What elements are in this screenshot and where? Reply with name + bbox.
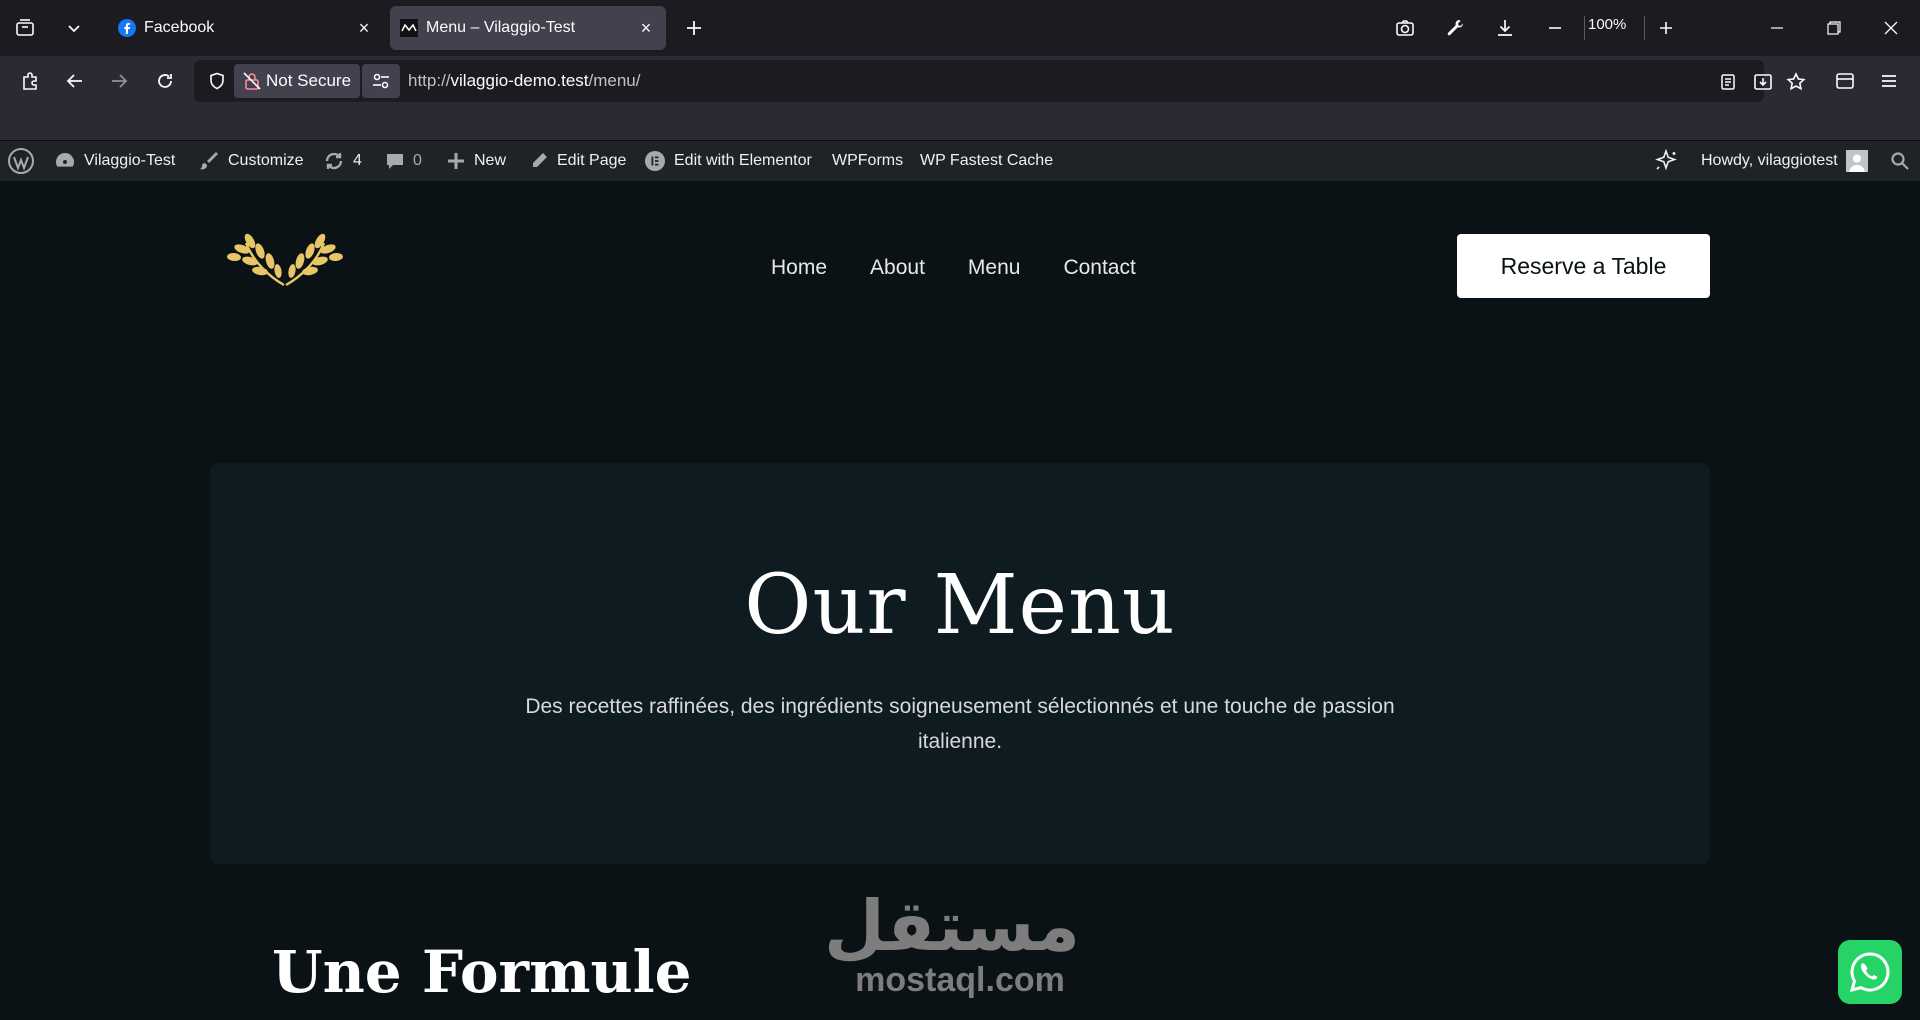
nav-home-link[interactable]: Home — [771, 256, 827, 280]
site-icon — [400, 19, 418, 37]
comment-bubble-icon — [387, 154, 403, 169]
close-window-icon[interactable] — [1873, 10, 1909, 46]
bookmark-star-icon[interactable] — [1782, 68, 1810, 96]
reserve-table-button[interactable]: Reserve a Table — [1457, 234, 1710, 298]
wp-new-link[interactable]: New — [446, 141, 506, 181]
url-host: vilaggio-demo.test — [450, 71, 589, 90]
edit-page-label: Edit Page — [557, 152, 627, 169]
wp-admin-bar: Vilaggio-Test Customize 4 0 New Edit Pag… — [0, 141, 1920, 181]
wp-customize-link[interactable]: Customize — [198, 141, 304, 181]
wp-updates-link[interactable]: 4 — [323, 141, 362, 181]
facebook-icon — [118, 19, 136, 37]
wp-fastest-cache-label: WP Fastest Cache — [920, 152, 1054, 169]
comments-count: 0 — [413, 152, 422, 169]
divider — [1584, 16, 1585, 40]
customize-label: Customize — [228, 152, 304, 169]
wp-edit-page-link[interactable]: Edit Page — [529, 141, 626, 181]
url-path: /menu/ — [588, 71, 641, 90]
wp-site-name-link[interactable]: Vilaggio-Test — [54, 141, 175, 181]
laurel-right-branch-icon — [285, 233, 343, 287]
url-text[interactable]: http://vilaggio-demo.test/menu/ — [408, 71, 640, 91]
elementor-icon — [645, 151, 665, 171]
reload-icon[interactable] — [147, 63, 183, 99]
wordpress-logo-icon[interactable] — [8, 141, 34, 181]
section-title: Une Formule — [272, 938, 692, 1006]
tab-overview-icon[interactable] — [7, 10, 43, 46]
paintbrush-icon — [200, 152, 218, 170]
back-arrow-icon[interactable] — [57, 63, 93, 99]
site-name: Vilaggio-Test — [84, 152, 176, 169]
plus-icon — [448, 153, 464, 169]
not-secure-label: Not Secure — [266, 71, 352, 90]
updates-count: 4 — [353, 152, 362, 169]
close-tab-icon[interactable]: × — [354, 18, 374, 38]
hero-subtitle: Des recettes raffinées, des ingrédients … — [525, 695, 1395, 753]
wp-account-menu[interactable]: Howdy, vilaggiotest — [1701, 141, 1868, 181]
address-bar[interactable]: Not Secure http://vilaggio-demo.test/men… — [194, 60, 1806, 102]
zoom-out-icon[interactable] — [1537, 10, 1573, 46]
tab-title: Facebook — [144, 19, 215, 36]
browser-tab-bar: Facebook × Menu – Vilaggio-Test × 100% — [0, 0, 1920, 56]
new-tab-button[interactable] — [676, 10, 712, 46]
howdy-label: Howdy, vilaggiotest — [1701, 152, 1838, 169]
whatsapp-icon — [1849, 952, 1890, 993]
app-menu-hamburger-icon[interactable] — [1871, 63, 1907, 99]
downloads-icon[interactable] — [1487, 10, 1523, 46]
nav-about-link[interactable]: About — [870, 256, 925, 280]
minimize-window-icon[interactable] — [1759, 10, 1795, 46]
tracking-protection-shield-icon[interactable] — [204, 68, 230, 94]
restore-window-icon[interactable] — [1816, 10, 1852, 46]
reader-view-icon[interactable] — [1714, 68, 1742, 96]
site-logo-laurel[interactable] — [220, 227, 350, 289]
watermark-arabic-text: مستقل — [823, 885, 1080, 967]
tab-menu-vilaggio[interactable]: Menu – Vilaggio-Test × — [390, 6, 666, 50]
sidebar-toggle-icon[interactable] — [1827, 63, 1863, 99]
wp-wpforms-link[interactable]: WPForms — [832, 141, 903, 181]
wp-edit-with-elementor-link[interactable]: Edit with Elementor — [644, 141, 812, 181]
zoom-level[interactable]: 100% — [1588, 16, 1626, 33]
main-navigation: Home About Menu Contact — [771, 256, 1136, 280]
browser-navigation-bar: Not Secure http://vilaggio-demo.test/men… — [0, 56, 1920, 106]
divider — [1644, 16, 1645, 40]
wpforms-label: WPForms — [832, 152, 904, 169]
tab-facebook[interactable]: Facebook × — [108, 6, 384, 50]
site-permissions-icon[interactable] — [362, 64, 400, 98]
nav-menu-link[interactable]: Menu — [968, 256, 1021, 280]
laurel-left-branch-icon — [227, 233, 285, 287]
zoom-in-icon[interactable] — [1648, 10, 1684, 46]
bookmarks-toolbar — [0, 106, 1920, 141]
not-secure-indicator[interactable]: Not Secure — [234, 64, 360, 98]
menu-hero-section: Our Menu Des recettes raffinées, des ing… — [210, 463, 1710, 864]
screenshot-camera-icon[interactable] — [1387, 10, 1423, 46]
close-tab-icon[interactable]: × — [636, 18, 656, 38]
tab-title: Menu – Vilaggio-Test — [426, 19, 576, 36]
mostaql-watermark: مستقل mostaql.com — [823, 885, 1080, 1001]
pencil-icon — [533, 153, 547, 167]
avatar — [1845, 150, 1868, 172]
wp-fastest-cache-link[interactable]: WP Fastest Cache — [920, 141, 1053, 181]
list-all-tabs-chevron-icon[interactable] — [56, 10, 92, 46]
insecure-lock-icon — [243, 72, 261, 90]
page-title: Our Menu — [744, 558, 1176, 653]
url-scheme: http:// — [408, 71, 451, 90]
whatsapp-chat-button[interactable] — [1838, 940, 1902, 1004]
nav-contact-link[interactable]: Contact — [1063, 256, 1135, 280]
extensions-icon[interactable] — [12, 63, 48, 99]
new-label: New — [474, 152, 507, 169]
wp-comments-link[interactable]: 0 — [385, 141, 422, 181]
wp-search-icon[interactable] — [1890, 141, 1910, 181]
wrench-icon[interactable] — [1437, 10, 1473, 46]
updates-refresh-icon — [325, 152, 343, 170]
website-viewport: Home About Menu Contact Reserve a Table … — [0, 181, 1920, 1020]
ai-sparkle-icon[interactable] — [1652, 141, 1680, 181]
forward-arrow-icon[interactable] — [101, 63, 137, 99]
save-page-icon[interactable] — [1749, 68, 1777, 96]
edit-with-elementor-label: Edit with Elementor — [674, 152, 812, 169]
dashboard-gauge-icon — [56, 153, 74, 167]
watermark-latin-text: mostaql.com — [855, 961, 1065, 999]
